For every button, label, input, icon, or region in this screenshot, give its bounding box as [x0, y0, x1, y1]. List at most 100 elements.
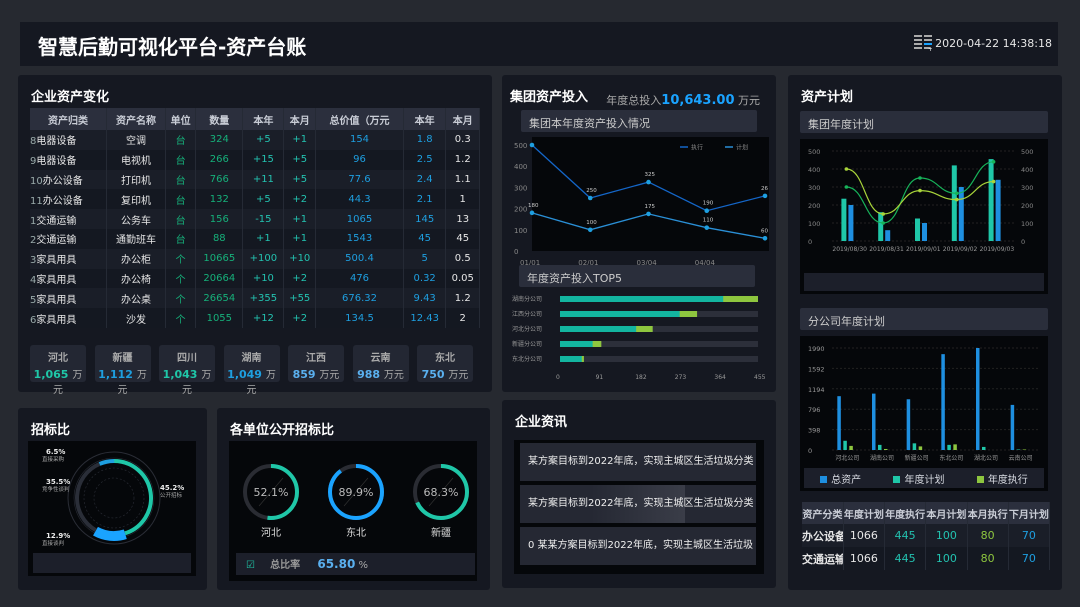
- table-cell: 154: [315, 130, 404, 150]
- category-label: 新疆分公司: [512, 340, 542, 348]
- news-panel: 企业资讯 某方案目标到2022年底，实现主城区生活垃圾分类 某方案目标到2022…: [502, 400, 776, 588]
- bar-track: [560, 356, 758, 362]
- group-plan-chart: 0 0 100 100 200 200 300 300 400 400 500 500 2019/08/…: [808, 148, 1033, 253]
- table-row: 交通运输 1066 445 100 80 70: [802, 547, 1051, 570]
- y-tick-label: 1592: [808, 365, 825, 373]
- bar-exec: [560, 296, 724, 302]
- category: 电器设备: [36, 136, 77, 148]
- table-cell: 132: [195, 189, 244, 210]
- segment-pct: 6.5%: [46, 448, 65, 456]
- data-point: [762, 235, 768, 241]
- data-label: 325: [645, 172, 656, 178]
- table-cell: 1065: [315, 209, 404, 229]
- y-tick-label: 200: [808, 202, 820, 210]
- table-cell: 台: [165, 228, 197, 249]
- table-cell: 445: [884, 547, 927, 570]
- table-cell: +2: [283, 189, 317, 210]
- table-cell: 0.05: [445, 268, 480, 289]
- data-point: [844, 167, 849, 171]
- table-cell: 10665: [195, 248, 244, 269]
- table-row: 1交通运输 公务车台 156 -15 +1 1065 145 13: [30, 209, 480, 229]
- total-rate-label: 总比率: [270, 560, 301, 571]
- table-cell: 沙发: [106, 308, 167, 328]
- table-cell: 1: [445, 189, 480, 210]
- bar-年度执行: [849, 445, 853, 450]
- region-amount: 859: [292, 368, 316, 381]
- region-card: 四川 1,043 万元: [159, 345, 215, 396]
- bar-年度计划: [878, 444, 882, 450]
- table-cell: 5: [403, 248, 447, 269]
- row-index: 10: [30, 175, 43, 187]
- segment-pct: 35.5%: [46, 478, 70, 486]
- x-tick-label: 2019/09/01: [906, 246, 941, 253]
- table-cell: 0.3: [445, 130, 480, 150]
- table-cell: 个: [165, 288, 197, 309]
- y2-tick-label: 0: [1021, 238, 1025, 246]
- data-point: [918, 188, 922, 193]
- table-cell: +1: [283, 130, 317, 150]
- bar-exec: [560, 356, 582, 362]
- y-tick-label: 796: [808, 406, 820, 414]
- table-cell: +1: [283, 228, 317, 249]
- table-cell: 办公桌: [106, 288, 167, 309]
- category: 办公设备: [42, 175, 83, 187]
- category: 交通运输: [36, 235, 77, 247]
- news-item[interactable]: 0 某某方案目标到2022年底，实现主城区生活垃圾: [520, 527, 756, 565]
- region-name: 河北: [48, 353, 68, 364]
- news-item[interactable]: 某方案目标到2022年底，实现主城区生活垃圾分类: [520, 485, 756, 523]
- table-cell: +5: [242, 130, 285, 150]
- category: 家具用具: [36, 314, 77, 326]
- news-item[interactable]: 某方案目标到2022年底，实现主城区生活垃圾分类: [520, 443, 756, 481]
- table-cell: 266: [195, 149, 244, 170]
- category-cell: 6家具用具: [30, 308, 108, 328]
- legend-swatch: [976, 475, 984, 483]
- table-cell: 电视机: [106, 149, 167, 170]
- region-value: 1,043 万元: [159, 366, 215, 396]
- bar-年度计划: [947, 444, 951, 450]
- table-cell: 公务车: [106, 209, 167, 229]
- y-tick-label: 500: [514, 142, 527, 150]
- bar-年度计划: [912, 443, 917, 450]
- column-header: 资产名称: [106, 108, 167, 130]
- data-label: 250: [586, 188, 597, 194]
- table-cell: +5: [283, 169, 317, 190]
- ring-gauge: 68.3% 新疆: [413, 464, 469, 539]
- column-header: 本年: [242, 108, 285, 130]
- region-value: 1,065 万元: [30, 366, 86, 396]
- column-header: 本年: [403, 108, 447, 130]
- table-cell: 44.3: [315, 189, 404, 210]
- legend-swatch: [893, 475, 901, 483]
- table-cell: 办公椅: [106, 268, 167, 289]
- region-card: 河北 1,065 万元: [30, 345, 86, 396]
- table-row: 3家具用具 办公柜个 10665 +100 +10 500.4 5 0.5: [30, 248, 480, 269]
- bar: [878, 212, 884, 241]
- bar-总资产: [872, 393, 876, 450]
- plan-table: 资产分类 年度计划 年度执行 本月计划 本月执行 下月计划 办公设备 1066 445 100 80…: [802, 502, 1051, 570]
- x-tick-label: 2019/08/30: [832, 246, 867, 253]
- data-point: [991, 179, 996, 184]
- table-row: 5家具用具 办公桌个 26654 +355 +55 676.32 9.43 1.2: [30, 288, 480, 309]
- table-cell: +12: [242, 308, 285, 328]
- table-cell: 500.4: [315, 248, 404, 269]
- table-row: 11办公设备 复印机台 132 +5 +2 44.3 2.1 1: [30, 189, 480, 210]
- donut-segment: [93, 526, 127, 541]
- region-value: 859 万元: [288, 366, 344, 381]
- bar: [988, 159, 994, 241]
- region-name: 东北: [435, 353, 455, 364]
- table-cell: +100: [242, 248, 285, 269]
- table-cell: 2: [445, 308, 480, 328]
- bar: [915, 218, 920, 241]
- region-amount: 1,049: [227, 368, 262, 381]
- table-cell: 1543: [315, 228, 404, 249]
- y2-tick-label: 400: [1021, 166, 1033, 174]
- y2-tick-label: 500: [1021, 148, 1033, 156]
- legend-label: 年度执行: [987, 474, 1028, 486]
- x-tick-label: 东北公司: [939, 454, 963, 462]
- category: 办公设备: [42, 195, 83, 207]
- calendar-icon[interactable]: +: [914, 35, 932, 51]
- x-tick-label: 364: [714, 374, 726, 381]
- y-tick-label: 1194: [808, 386, 825, 394]
- segment-label: 公开招标: [160, 491, 183, 499]
- category-cell: 5家具用具: [30, 288, 108, 309]
- table-cell: 45: [445, 228, 480, 249]
